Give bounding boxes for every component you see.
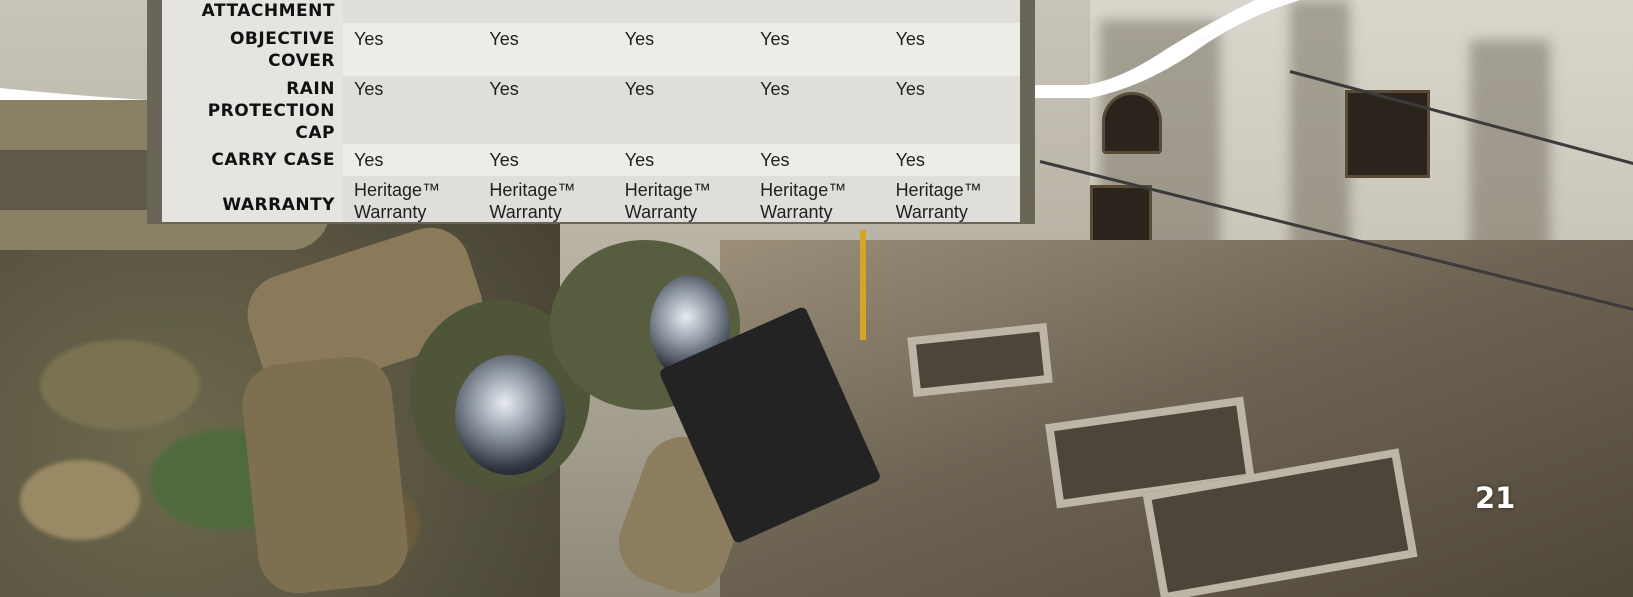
table-cell: Yes — [613, 23, 750, 76]
table-cell — [884, 0, 1020, 23]
row-label: ATTACHMENT — [162, 0, 343, 23]
table-cell: Yes — [749, 144, 885, 176]
table-cell: Heritage™ Warranty — [478, 176, 614, 222]
table-cell: Yes — [613, 76, 750, 144]
table-cell: Yes — [343, 144, 479, 176]
table-cell: Yes — [884, 144, 1020, 176]
table-cell: Heritage™ Warranty — [884, 176, 1020, 222]
table-cell: Yes — [478, 23, 614, 76]
table-cell: Yes — [749, 23, 885, 76]
table-cell — [613, 0, 750, 23]
table-cell: Yes — [478, 144, 614, 176]
table-cell: Yes — [884, 76, 1020, 144]
table-cell: Heritage™ Warranty — [613, 176, 750, 222]
table-cell: Heritage™ Warranty — [749, 176, 885, 222]
table-cell — [478, 0, 614, 23]
table-cell: Yes — [613, 144, 750, 176]
table-cell: Heritage™ Warranty — [343, 176, 479, 222]
binocular-lens — [455, 355, 565, 475]
row-label: RAIN PROTECTION CAP — [162, 76, 343, 144]
table-cell: Yes — [343, 23, 479, 76]
row-label: OBJECTIVE COVER — [162, 23, 343, 76]
spec-table: ATTACHMENT OBJECTIVE COVER Yes Yes Yes Y… — [162, 0, 1020, 222]
table-row: RAIN PROTECTION CAP Yes Yes Yes Yes Yes — [162, 76, 1020, 144]
table-cell: Yes — [478, 76, 614, 144]
table-cell: Yes — [884, 23, 1020, 76]
glove — [238, 352, 412, 597]
table-row: ATTACHMENT — [162, 0, 1020, 23]
table-cell — [749, 0, 885, 23]
table-cell: Yes — [749, 76, 885, 144]
page-number: 21 — [1475, 481, 1516, 515]
table-row: OBJECTIVE COVER Yes Yes Yes Yes Yes — [162, 23, 1020, 76]
table-cell — [343, 0, 479, 23]
table-cell: Yes — [343, 76, 479, 144]
row-label: WARRANTY — [162, 176, 343, 222]
table-row: CARRY CASE Yes Yes Yes Yes Yes — [162, 144, 1020, 176]
row-label: CARRY CASE — [162, 144, 343, 176]
table-row: WARRANTY Heritage™ Warranty Heritage™ Wa… — [162, 176, 1020, 222]
comparison-table: ATTACHMENT OBJECTIVE COVER Yes Yes Yes Y… — [162, 0, 1020, 222]
